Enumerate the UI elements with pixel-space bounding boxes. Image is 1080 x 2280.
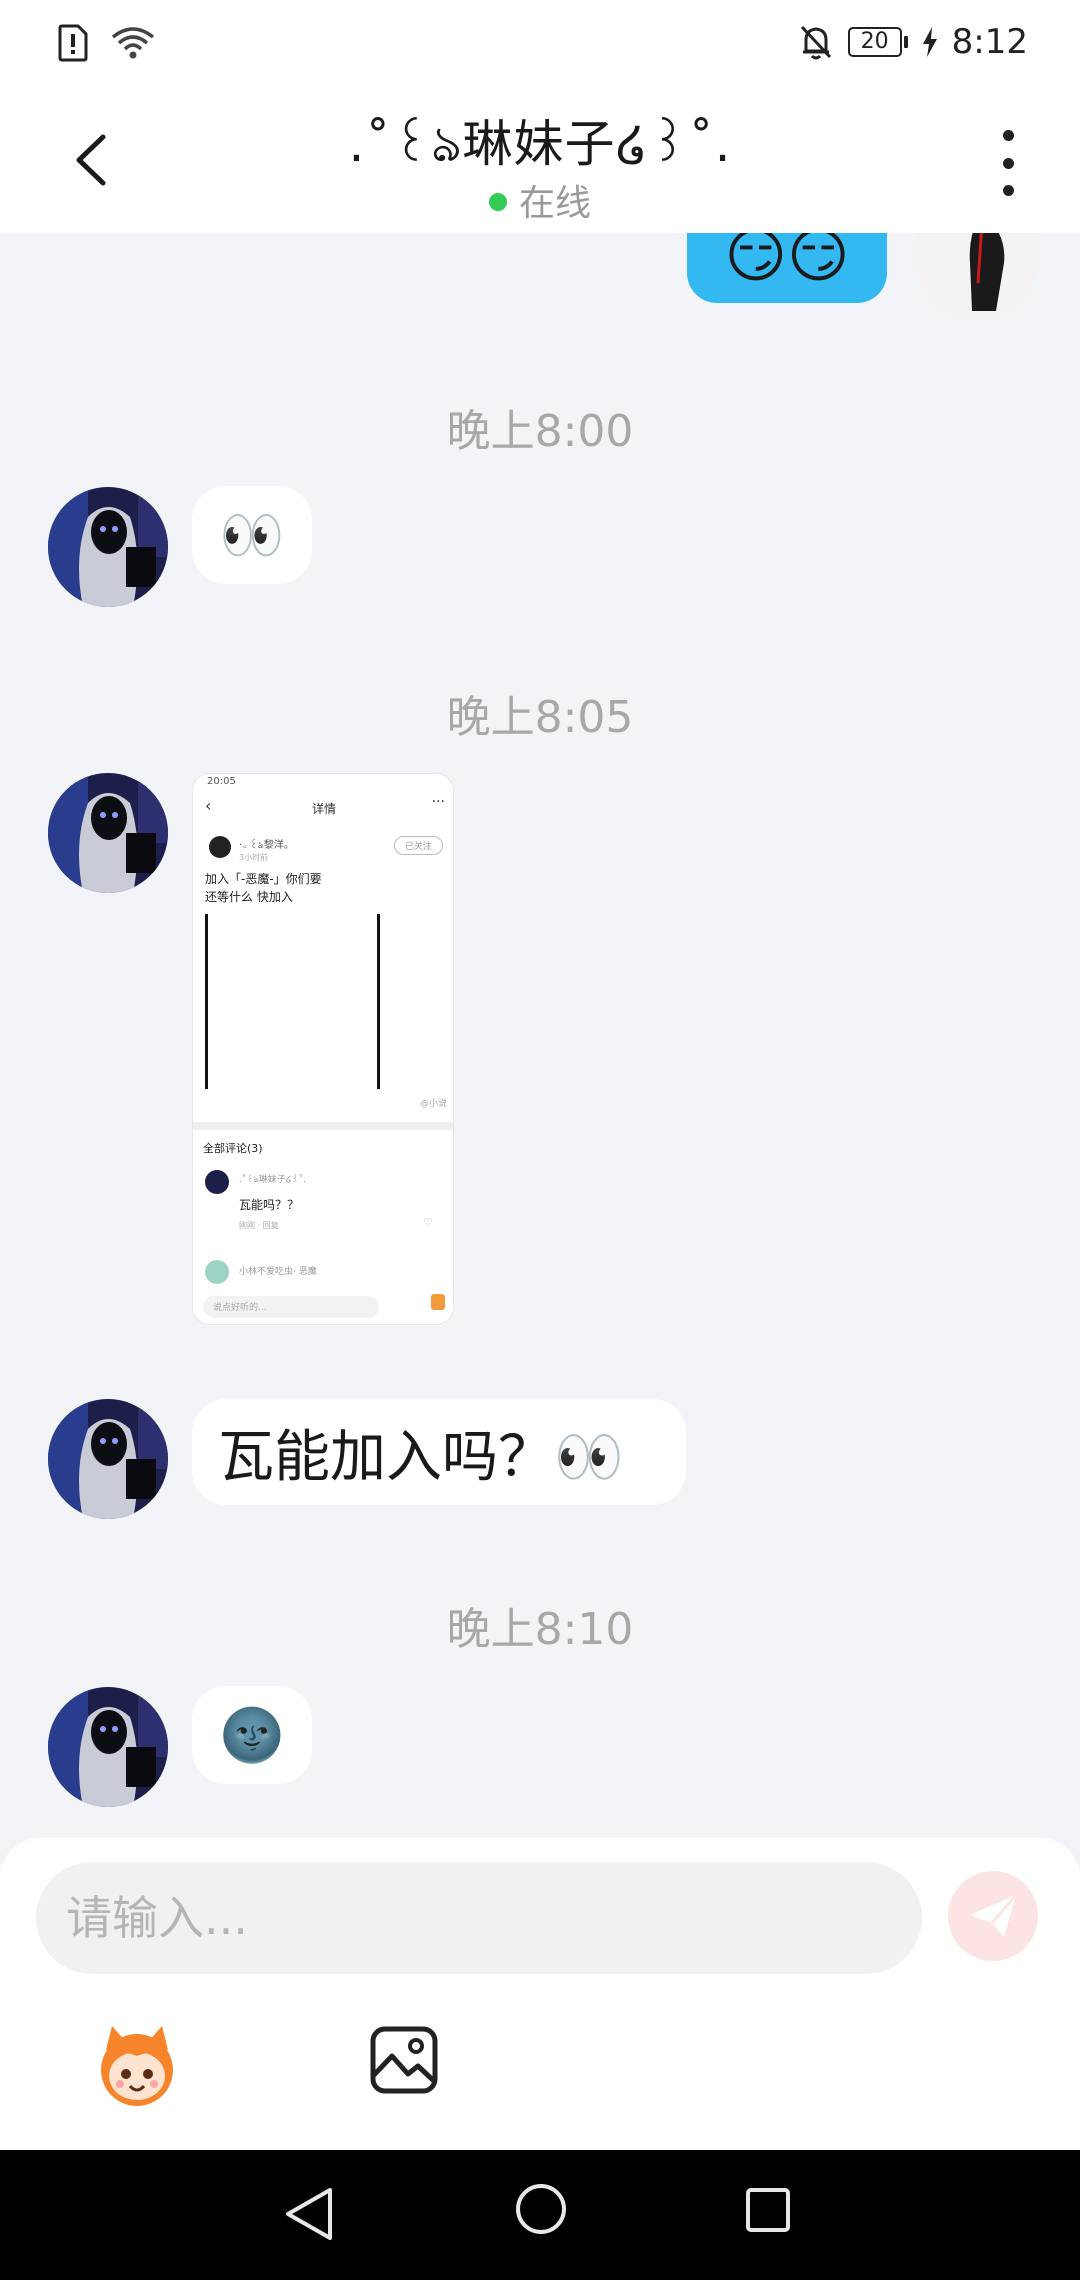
send-icon: [970, 1894, 1018, 1937]
message-text: 😏😏: [724, 233, 850, 291]
incoming-bubble[interactable]: 🌚: [192, 1686, 312, 1784]
contact-avatar[interactable]: [48, 1399, 168, 1519]
message-input[interactable]: [36, 1862, 922, 1974]
timestamp: 晚上8:00: [446, 406, 634, 457]
contact-avatar[interactable]: [48, 1687, 168, 1807]
sim-alert-icon: [58, 24, 88, 62]
preview-line-left: [205, 914, 208, 1089]
message-composer: [0, 1838, 1080, 2150]
nav-recent-apps-icon[interactable]: [744, 2186, 792, 2234]
timestamp: 晚上8:10: [446, 1604, 634, 1655]
charging-icon: [922, 27, 937, 57]
message-text: 👀: [219, 505, 285, 566]
preview-comments-header: 全部评论(3): [203, 1142, 263, 1155]
preview-post-section: 20:05 ‹ 详情 ··· ·。꒰ঌ黎洋。 3小时前 已关注 加入「-恶魔-」…: [193, 774, 453, 1122]
mascot-emoji-icon: [101, 2026, 173, 2106]
online-status-label: 在线: [518, 183, 591, 224]
preview-reply-box: 说点好听的...: [203, 1296, 379, 1318]
avatar-image: [48, 773, 168, 893]
avatar-image: [48, 1687, 168, 1807]
battery-indicator: 20: [847, 27, 908, 57]
preview-reply-placeholder: 说点好听的...: [213, 1303, 267, 1313]
avatar-image: [48, 1399, 168, 1519]
image-picker-button[interactable]: [368, 2024, 440, 2096]
message-list[interactable]: 😏😏 晚上8:00 👀 晚上8:05 20:05 ‹ 详情 ··· ·。꒰ঌ黎洋…: [0, 233, 1080, 1838]
chat-header: .˚꒰ঌ琳妹子໒꒱˚. 在线: [0, 90, 1080, 233]
preview-divider: [193, 1122, 453, 1130]
incoming-bubble[interactable]: 瓦能加入吗？👀: [192, 1399, 686, 1505]
image-message[interactable]: 20:05 ‹ 详情 ··· ·。꒰ঌ黎洋。 3小时前 已关注 加入「-恶魔-」…: [192, 773, 454, 1325]
more-options-button[interactable]: [988, 130, 1028, 196]
incoming-bubble[interactable]: 👀: [192, 486, 312, 584]
preview-title: 详情: [311, 802, 336, 816]
message-text: 🌚: [219, 1705, 285, 1766]
nav-home-icon[interactable]: [514, 2182, 568, 2236]
preview-comment-meta: 刚刚 · 回复: [239, 1221, 279, 1230]
system-navigation-bar: [0, 2150, 1080, 2280]
contact-avatar[interactable]: [48, 487, 168, 607]
preview-comment2-user: 小林不爱吃虫· 恶魔: [239, 1267, 317, 1277]
wifi-icon: [111, 27, 155, 59]
preview-like-icon: ♡: [423, 1216, 433, 1229]
image-icon: [370, 2026, 438, 2094]
preview-line-right: [377, 914, 380, 1089]
avatar-figure: [912, 233, 1040, 321]
preview-comments-section: 全部评论(3) .˚꒰ঌ琳妹子໒꒱˚. 瓦能吗？？ 刚刚 · 回复 ♡ 小林不爱…: [193, 1130, 453, 1324]
online-status: 在线: [0, 174, 1080, 226]
status-bar: 20 8:12: [0, 0, 1080, 90]
preview-user-avatar: [209, 836, 231, 858]
contact-avatar[interactable]: [48, 773, 168, 893]
status-time: 8:12: [951, 22, 1028, 62]
preview-post-line1: 加入「-恶魔-」你们要: [205, 872, 322, 886]
preview-comment-user: .˚꒰ঌ琳妹子໒꒱˚.: [239, 1175, 306, 1185]
preview-comment-text: 瓦能吗？？: [239, 1198, 300, 1212]
preview-watermark: @小说: [419, 1099, 447, 1109]
mute-bell-icon: [800, 25, 831, 60]
preview-comment-avatar: [205, 1170, 229, 1194]
preview-post-line2: 还等什么 快加入: [205, 890, 293, 904]
preview-comment2-avatar: [205, 1260, 229, 1284]
avatar-image: [48, 487, 168, 607]
my-avatar[interactable]: [912, 233, 1040, 321]
preview-more-icon: ···: [431, 794, 445, 810]
timestamp: 晚上8:05: [446, 692, 634, 743]
preview-follow-button: 已关注: [393, 836, 443, 855]
preview-thumb-icon: [431, 1294, 445, 1310]
battery-level: 20: [847, 27, 902, 57]
send-button[interactable]: [948, 1871, 1038, 1961]
online-dot: [488, 193, 507, 211]
preview-post-sub: 3小时前: [239, 853, 269, 862]
outgoing-bubble[interactable]: 😏😏: [687, 233, 887, 303]
emoji-button[interactable]: [92, 2020, 182, 2110]
nav-back-icon[interactable]: [282, 2184, 336, 2244]
preview-status-time: 20:05: [207, 776, 236, 787]
message-text: 瓦能加入吗？👀: [218, 1424, 624, 1490]
